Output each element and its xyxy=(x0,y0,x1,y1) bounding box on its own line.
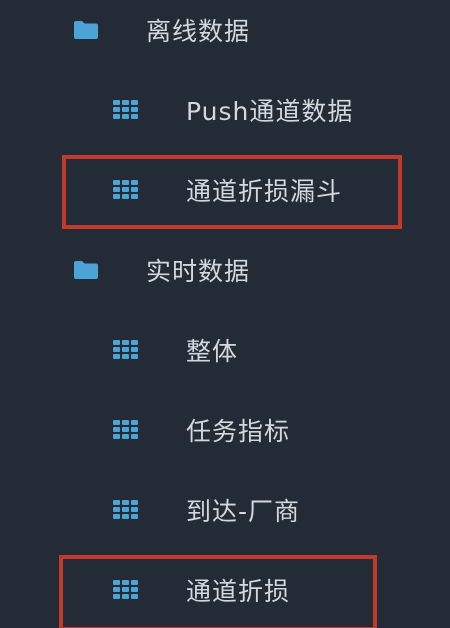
folder-label: 离线数据 xyxy=(146,17,251,46)
folder-icon xyxy=(73,20,99,40)
menu-item-arrival-vendor[interactable]: 到达-厂商 xyxy=(0,470,450,550)
grid-icon xyxy=(113,500,139,520)
grid-icon xyxy=(113,100,139,120)
menu-item-overall[interactable]: 整体 xyxy=(0,310,450,390)
menu-item-task-metrics[interactable]: 任务指标 xyxy=(0,390,450,470)
folder-label: 实时数据 xyxy=(146,257,251,286)
menu-item-label: Push通道数据 xyxy=(186,97,354,126)
grid-icon xyxy=(113,180,139,200)
menu-item-channel-loss-funnel[interactable]: 通道折损漏斗 xyxy=(0,150,450,230)
menu-item-channel-loss[interactable]: 通道折损 xyxy=(0,550,450,628)
grid-icon xyxy=(113,580,139,600)
folder-offline-data[interactable]: 离线数据 xyxy=(0,0,450,70)
grid-icon xyxy=(113,340,139,360)
menu-item-label: 整体 xyxy=(186,337,239,366)
menu-item-label: 到达-厂商 xyxy=(186,497,301,526)
grid-icon xyxy=(113,420,139,440)
folder-icon xyxy=(73,260,99,280)
menu-item-label: 通道折损漏斗 xyxy=(186,177,343,206)
folder-realtime-data[interactable]: 实时数据 xyxy=(0,230,450,310)
menu-item-label: 通道折损 xyxy=(186,577,291,606)
sidebar-tree: 离线数据 Push通道数据 通道折损漏斗 实时数据 整体 任务指标 到达-厂商 … xyxy=(0,0,450,628)
menu-item-label: 任务指标 xyxy=(186,417,291,446)
menu-item-push-channel-data[interactable]: Push通道数据 xyxy=(0,70,450,150)
